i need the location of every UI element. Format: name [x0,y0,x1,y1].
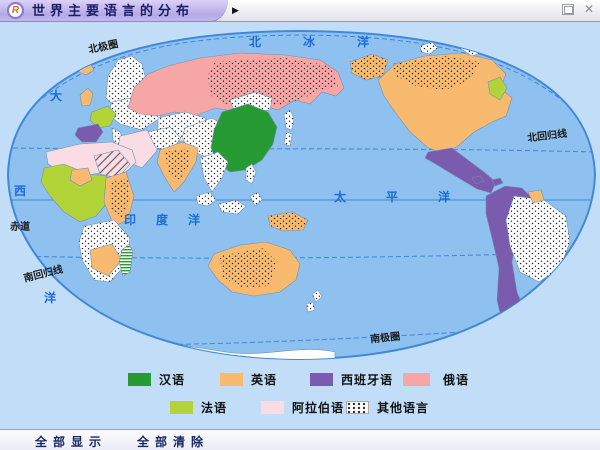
legend-label-french: 法语 [201,399,227,416]
legend-item-chinese[interactable]: 汉语 [128,371,185,388]
page-title: 世界主要语言的分布 [32,0,194,22]
legend-label-arabic: 阿拉伯语 [292,399,344,416]
legend-swatch-russian [403,373,430,386]
legend-label-spanish: 西班牙语 [341,371,393,388]
clear-all-button[interactable]: 全部清除 [137,433,209,450]
legend-label-english: 英语 [251,371,277,388]
legend-label-russian: 俄语 [443,371,469,388]
legend-swatch-french [170,401,193,414]
legend-item-english[interactable]: 英语 [220,371,277,388]
legend-label-other: 其他语言 [377,399,429,416]
legend-item-spanish[interactable]: 西班牙语 [310,371,393,388]
world-map [0,0,600,450]
legend-item-french[interactable]: 法语 [170,399,227,416]
close-window-icon[interactable]: ✕ [582,2,596,17]
app-window: 北冰洋 太平洋 印度洋 大 西 洋 北极圈 北回归线 赤道 南回归线 南极圈 汉… [0,0,600,450]
bottom-toolbar: 全部显示 全部清除 [0,429,600,450]
legend-swatch-arabic [261,401,284,414]
title-bar: R 世界主要语言的分布 ▶ ✕ [0,0,600,22]
legend-label-chinese: 汉语 [159,371,185,388]
legend-swatch-chinese [128,373,151,386]
region-new-zealand-south [306,302,315,312]
play-icon[interactable]: ▶ [232,5,239,16]
legend-item-other[interactable]: 其他语言 [346,399,429,416]
app-logo-icon: R [7,2,24,19]
legend-swatch-english [220,373,243,386]
legend-item-russian[interactable]: 俄语 [403,371,469,388]
legend-swatch-spanish [310,373,333,386]
legend-item-arabic[interactable]: 阿拉伯语 [261,399,344,416]
show-all-button[interactable]: 全部显示 [35,433,107,450]
restore-window-icon[interactable] [562,4,574,15]
legend-swatch-other-languages [346,401,369,414]
